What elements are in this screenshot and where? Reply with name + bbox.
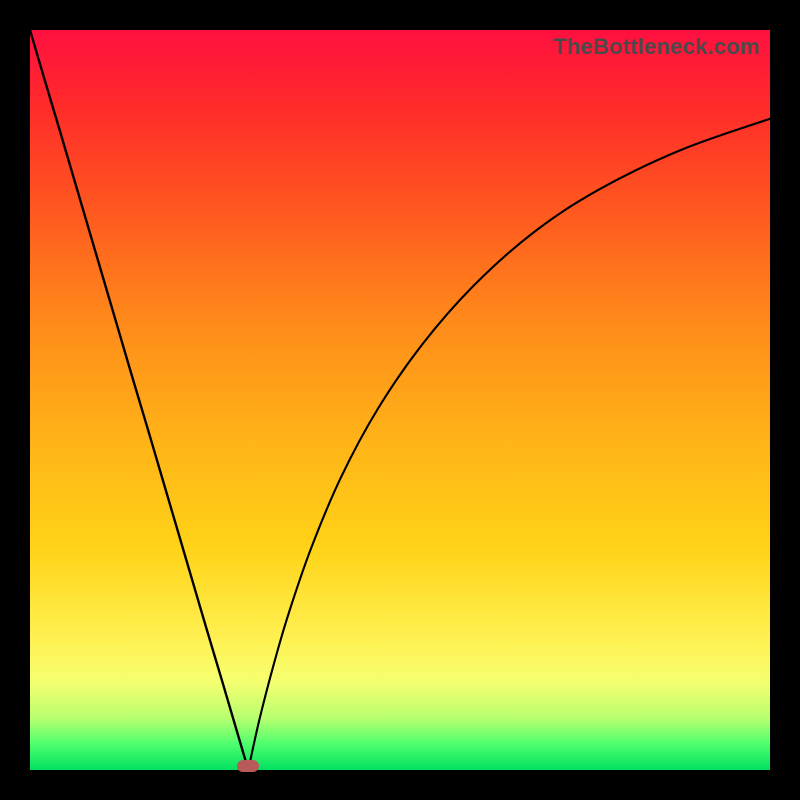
chart-container: TheBottleneck.com (0, 0, 800, 800)
plot-area: TheBottleneck.com (30, 30, 770, 770)
curve-left (30, 30, 248, 770)
curve-svg (30, 30, 770, 770)
min-marker (237, 760, 259, 772)
curve-right (248, 119, 770, 770)
